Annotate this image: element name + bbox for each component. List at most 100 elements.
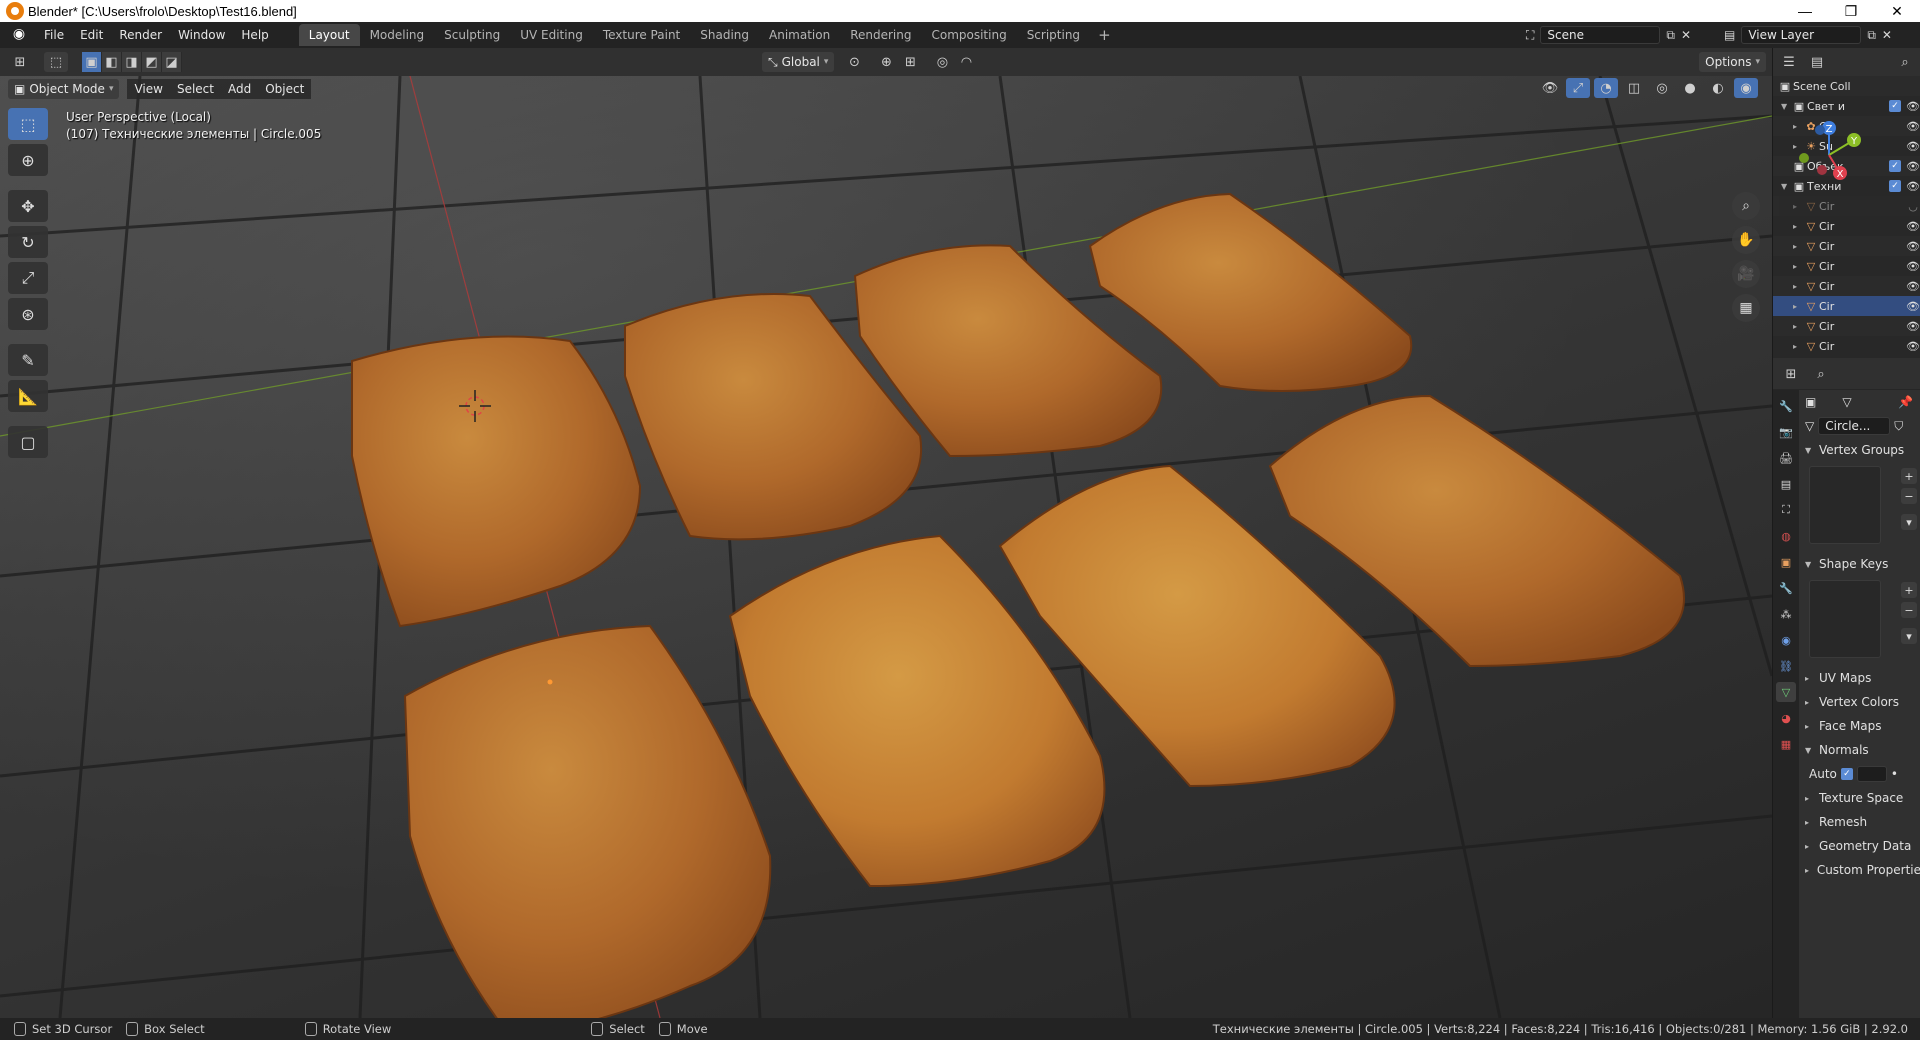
- outliner-row[interactable]: ▸ ▽ Cir 👁: [1773, 216, 1920, 236]
- add-vertex-group-button[interactable]: +: [1901, 468, 1917, 484]
- select-box-tool-icon[interactable]: ⬚: [8, 108, 48, 140]
- eye-icon[interactable]: 👁: [1905, 220, 1920, 233]
- tab-modeling[interactable]: Modeling: [360, 24, 435, 46]
- eye-icon[interactable]: 👁: [1905, 160, 1920, 173]
- panel-remesh[interactable]: ▸ Remesh: [1801, 810, 1920, 834]
- menu-help[interactable]: Help: [233, 28, 276, 42]
- panel-vertex-groups[interactable]: ▼ Vertex Groups: [1801, 438, 1920, 462]
- transform-tool-icon[interactable]: ⊛: [8, 298, 48, 330]
- auto-smooth-angle-field[interactable]: [1856, 766, 1887, 782]
- menu-render[interactable]: Render: [111, 28, 170, 42]
- measure-tool-icon[interactable]: 📐: [8, 380, 48, 412]
- panel-custom-properties[interactable]: ▸ Custom Propertie: [1801, 858, 1920, 882]
- vertex-groups-listbox[interactable]: [1809, 466, 1881, 544]
- mesh-name-field[interactable]: Circle...: [1818, 417, 1891, 435]
- eye-icon[interactable]: 👁: [1905, 320, 1920, 333]
- shape-keys-listbox[interactable]: [1809, 580, 1881, 658]
- expand-arrow-icon[interactable]: ▼: [1781, 182, 1791, 191]
- select-tool-icon[interactable]: ⬚: [44, 52, 68, 72]
- outliner-row[interactable]: ▸ ▽ Cir ◡: [1773, 196, 1920, 216]
- eye-icon[interactable]: 👁: [1905, 240, 1920, 253]
- eye-icon[interactable]: 👁: [1905, 280, 1920, 293]
- expand-arrow-icon[interactable]: ▸: [1793, 322, 1803, 331]
- new-scene-icon[interactable]: ⧉: [1666, 28, 1675, 43]
- search-icon[interactable]: ⌕: [1893, 52, 1917, 72]
- panel-uv-maps[interactable]: ▸ UV Maps: [1801, 666, 1920, 690]
- menu-object[interactable]: Object: [258, 79, 312, 99]
- expand-arrow-icon[interactable]: ▸: [1793, 222, 1803, 231]
- select-subtract-icon[interactable]: ◨: [122, 52, 142, 72]
- scene-icon[interactable]: ⛶: [1526, 28, 1534, 43]
- remove-vertex-group-button[interactable]: −: [1901, 488, 1917, 504]
- mesh-data-tab-icon[interactable]: ▽: [1776, 682, 1796, 702]
- outliner-row[interactable]: ▸ ▽ Cir 👁: [1773, 316, 1920, 336]
- panel-vertex-colors[interactable]: ▸ Vertex Colors: [1801, 690, 1920, 714]
- scene-field[interactable]: Scene: [1540, 26, 1661, 44]
- eye-hidden-icon[interactable]: ◡: [1905, 200, 1920, 213]
- panel-face-maps[interactable]: ▸ Face Maps: [1801, 714, 1920, 738]
- eye-icon[interactable]: 👁: [1905, 140, 1920, 153]
- minimize-button[interactable]: —: [1782, 0, 1828, 22]
- tab-uv-editing[interactable]: UV Editing: [510, 24, 593, 46]
- render-tab-icon[interactable]: 📷: [1776, 422, 1796, 442]
- object-mode-dropdown[interactable]: ▣ Object Mode ▾: [8, 79, 120, 99]
- material-tab-icon[interactable]: ◕: [1776, 708, 1796, 728]
- outliner-row-scene-collection[interactable]: ▣ Scene Coll: [1773, 76, 1920, 96]
- eye-icon[interactable]: 👁: [1905, 340, 1920, 353]
- pin-icon[interactable]: 📌: [1898, 395, 1913, 409]
- outliner-row[interactable]: ▼ ▣ Свет и ✓ 👁: [1773, 96, 1920, 116]
- object-tab-icon[interactable]: ▣: [1776, 552, 1796, 572]
- tab-layout[interactable]: Layout: [298, 24, 360, 46]
- cursor-tool-icon[interactable]: ⊕: [8, 144, 48, 176]
- view-layer-field[interactable]: View Layer: [1741, 26, 1862, 44]
- tab-texture-paint[interactable]: Texture Paint: [593, 24, 690, 46]
- outliner-row[interactable]: ▸ ▽ Cir 👁: [1773, 256, 1920, 276]
- select-extend-icon[interactable]: ◧: [102, 52, 122, 72]
- eye-icon[interactable]: 👁: [1905, 100, 1920, 113]
- falloff-icon[interactable]: ◠: [954, 52, 978, 72]
- tab-shading[interactable]: Shading: [690, 24, 759, 46]
- menu-edit[interactable]: Edit: [72, 28, 111, 42]
- tool-tab-icon[interactable]: 🔧: [1776, 396, 1796, 416]
- menu-add[interactable]: Add: [220, 79, 259, 99]
- select-invert-icon[interactable]: ◩: [142, 52, 162, 72]
- proportional-edit-icon[interactable]: ◎: [930, 52, 954, 72]
- properties-editor-type-icon[interactable]: ⊞: [1779, 365, 1803, 385]
- expand-arrow-icon[interactable]: ▸: [1793, 342, 1803, 351]
- view-layer-icon[interactable]: ▤: [1724, 28, 1735, 42]
- camera-view-icon[interactable]: 🎥: [1732, 260, 1760, 288]
- maximize-button[interactable]: ❐: [1828, 0, 1874, 22]
- add-cube-tool-icon[interactable]: ▢: [8, 426, 48, 458]
- tab-animation[interactable]: Animation: [759, 24, 840, 46]
- ortho-toggle-icon[interactable]: ▦: [1732, 294, 1760, 322]
- panel-geometry-data[interactable]: ▸ Geometry Data: [1801, 834, 1920, 858]
- checkbox-icon[interactable]: ✓: [1889, 160, 1901, 172]
- vertex-group-specials-button[interactable]: ▾: [1901, 514, 1917, 530]
- add-shape-key-button[interactable]: +: [1901, 582, 1917, 598]
- menu-select[interactable]: Select: [169, 79, 221, 99]
- transform-orientation-dropdown[interactable]: ⤡ Global ▾: [762, 52, 835, 72]
- expand-arrow-icon[interactable]: ▸: [1793, 242, 1803, 251]
- remove-shape-key-button[interactable]: −: [1901, 602, 1917, 618]
- outliner-display-mode-icon[interactable]: ☰: [1777, 52, 1801, 72]
- tab-compositing[interactable]: Compositing: [921, 24, 1016, 46]
- tab-rendering[interactable]: Rendering: [840, 24, 921, 46]
- snap-target-icon[interactable]: ⊞: [898, 52, 922, 72]
- modifier-tab-icon[interactable]: 🔧: [1776, 578, 1796, 598]
- checkbox-icon[interactable]: ✓: [1889, 100, 1901, 112]
- world-tab-icon[interactable]: ◍: [1776, 526, 1796, 546]
- outliner-row[interactable]: ▸ ▽ Cir 👁: [1773, 236, 1920, 256]
- blender-menu-icon[interactable]: ◉: [8, 26, 30, 44]
- scene-tab-icon[interactable]: ⛶: [1776, 500, 1796, 520]
- rotate-tool-icon[interactable]: ↻: [8, 226, 48, 258]
- fake-user-icon[interactable]: ⛉: [1894, 419, 1903, 434]
- menu-view[interactable]: View: [127, 79, 170, 99]
- shape-key-specials-button[interactable]: ▾: [1901, 628, 1917, 644]
- zoom-icon[interactable]: ⌕: [1732, 192, 1760, 220]
- outliner-row[interactable]: ▸ ▽ Cir 👁: [1773, 336, 1920, 356]
- eye-icon[interactable]: 👁: [1905, 120, 1920, 133]
- select-intersect-icon[interactable]: ◪: [162, 52, 182, 72]
- editor-type-icon[interactable]: ⊞: [8, 52, 32, 72]
- close-button[interactable]: ✕: [1874, 0, 1920, 22]
- view-layer-tab-icon[interactable]: ▤: [1776, 474, 1796, 494]
